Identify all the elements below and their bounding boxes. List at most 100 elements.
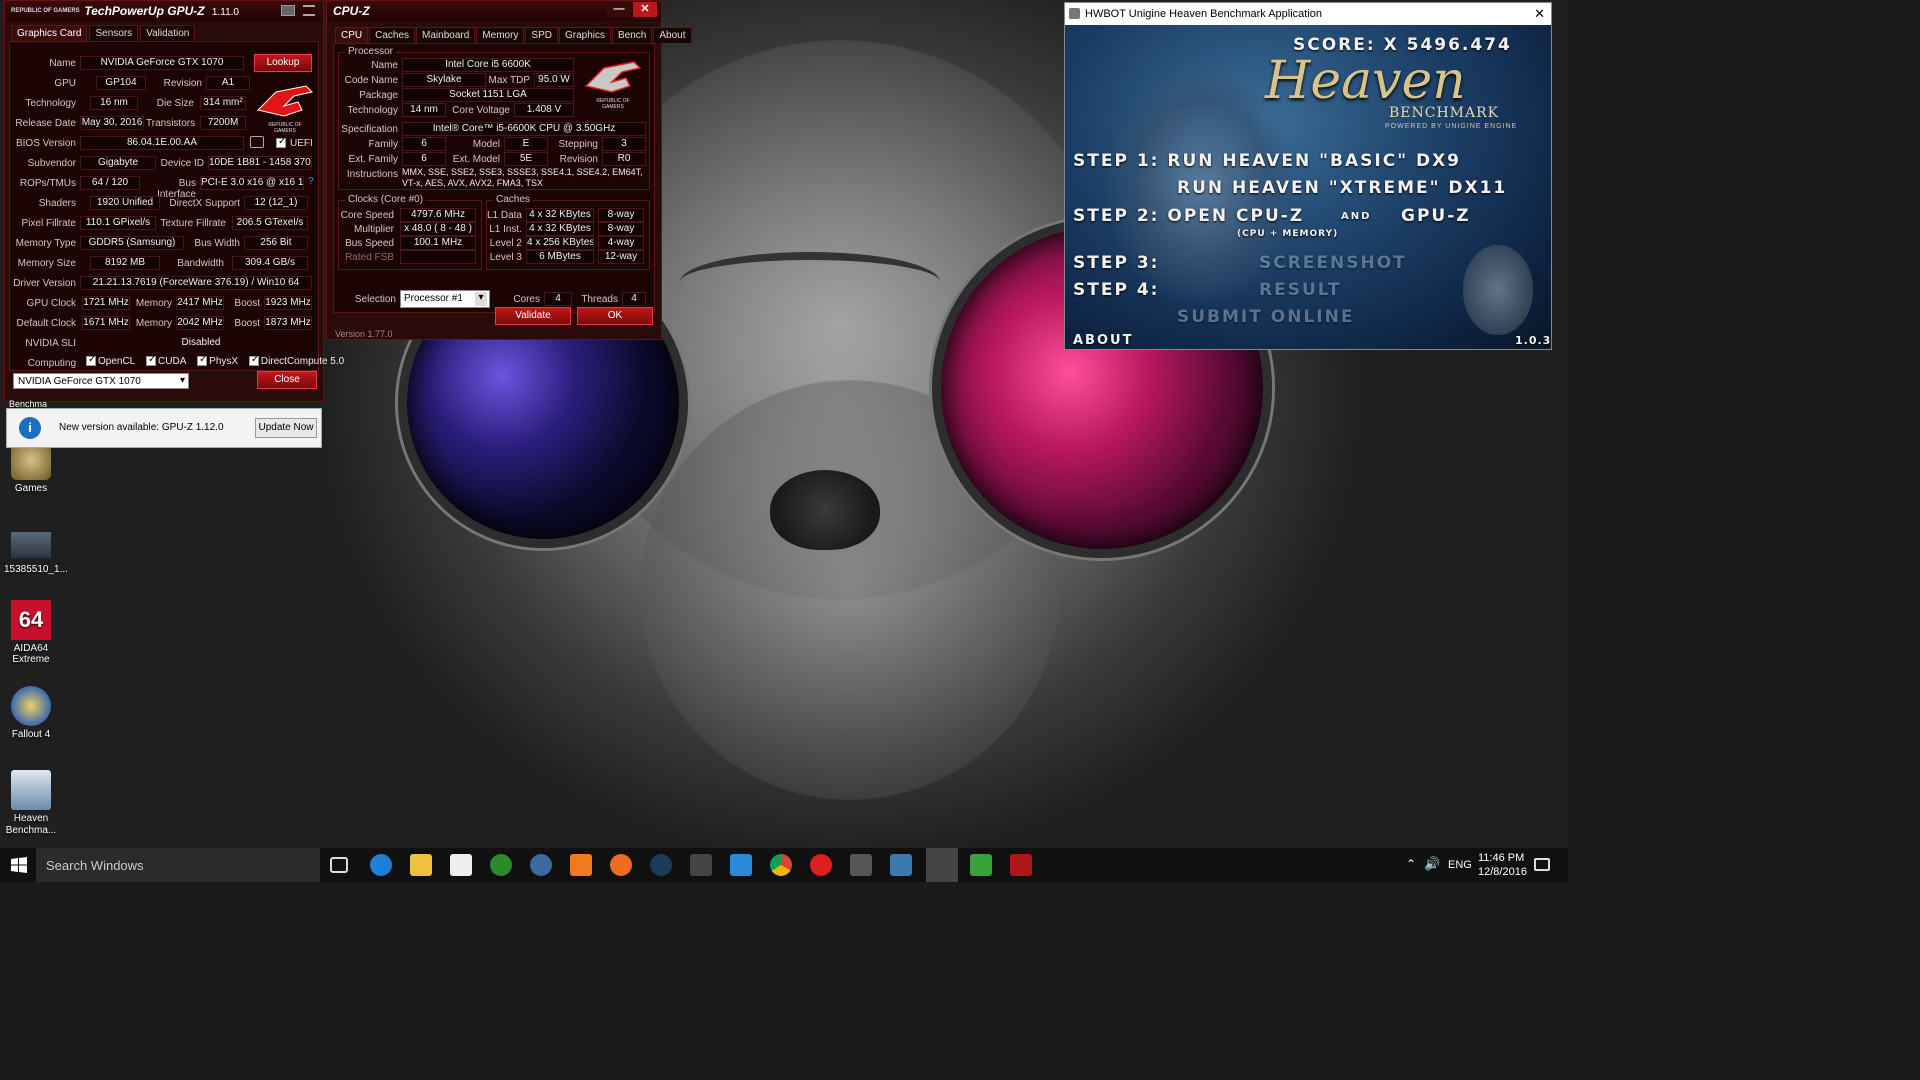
action-center-icon[interactable] [1534,858,1550,871]
tab-bench[interactable]: Bench [612,27,653,43]
level2-assoc: 4-way [598,236,644,250]
origin-icon[interactable] [610,854,632,876]
default-boost-label: Boost [234,318,260,329]
nvidia-sli-label: NVIDIA SLI [25,338,76,349]
volume-icon[interactable]: 🔊 [1424,856,1440,872]
pixel-fillrate-field: 110.1 GPixel/s [80,216,156,230]
ok-button[interactable]: OK [577,307,653,325]
desktop-icon-screenshot-file[interactable]: 15385510_1... [4,528,68,575]
blender-icon[interactable] [570,854,592,876]
gpuz-tabs: Graphics Card Sensors Validation [5,21,323,41]
gpu-taskbar-icon[interactable] [970,854,992,876]
tab-cpu[interactable]: CPU [335,27,369,43]
step2-gpuz[interactable]: GPU-Z [1401,206,1471,226]
clocks-group-title: Clocks (Core #0) [345,194,427,205]
step1b-text[interactable]: RUN HEAVEN "XTREME" DX11 [1177,178,1507,198]
msi-dragon-icon[interactable] [850,854,872,876]
cuda-checkbox[interactable] [146,354,156,367]
start-button[interactable] [0,848,36,882]
xbox-icon[interactable] [490,854,512,876]
tab-about[interactable]: About [653,27,692,43]
processor-select-dropdown[interactable]: Processor #1 ▾ [400,290,490,308]
tab-mainboard[interactable]: Mainboard [416,27,476,43]
transistors-field: 7200M [200,116,246,130]
ext-family-label: Ext. Family [348,154,398,165]
app-icon[interactable] [530,854,552,876]
heaven-taskbar-icon[interactable] [926,848,958,882]
tool-icon[interactable] [690,854,712,876]
cpuz-taskbar-icon[interactable] [1010,854,1032,876]
chevron-up-icon[interactable]: ⌃ [1406,857,1416,871]
tab-graphics[interactable]: Graphics [558,27,611,43]
bus-width-label: Bus Width [194,238,240,249]
submit-online-button[interactable]: SUBMIT ONLINE [1177,307,1354,327]
store-icon[interactable] [450,854,472,876]
revision-field: R0 [602,152,646,166]
task-view-icon[interactable] [330,857,348,873]
desktop-icon-games[interactable]: Games [4,440,58,494]
threads-label: Threads [581,294,618,305]
chevron-down-icon: ▾ [475,292,487,306]
ext-model-label: Ext. Model [452,154,500,165]
tab-sensors[interactable]: Sensors [89,25,139,41]
memory-clock-label: Memory [135,298,172,309]
lookup-button[interactable]: Lookup [254,54,312,72]
gpuz-taskbar-icon[interactable] [890,854,912,876]
chrome-icon[interactable] [770,854,792,876]
afterburner-icon[interactable] [810,854,832,876]
close-button[interactable]: Close [257,371,317,389]
tab-caches[interactable]: Caches [369,27,416,43]
computing-label: Computing [27,358,76,369]
bandwidth-label: Bandwidth [177,258,224,269]
desktop-icon-fallout4[interactable]: Fallout 4 [4,686,58,740]
opencl-checkbox[interactable] [86,354,96,367]
directcompute-checkbox[interactable] [248,354,259,367]
menu-icon[interactable] [303,5,315,16]
uefi-checkbox[interactable] [276,136,286,148]
revision-field: A1 [206,76,250,90]
cores-label: Cores [513,294,540,305]
about-button[interactable]: ABOUT [1073,333,1133,348]
level2-field: 4 x 256 KBytes [526,236,594,250]
processor-group-title: Processor [345,46,397,57]
desktop-icon-aida64[interactable]: 64 AIDA64 Extreme [4,600,58,665]
clock-date[interactable]: 12/8/2016 [1478,866,1527,878]
close-icon[interactable]: ✕ [1534,6,1545,22]
step3-action[interactable]: SCREENSHOT [1259,253,1407,273]
validate-button[interactable]: Validate [495,307,571,325]
steam-icon[interactable] [650,854,672,876]
gpu-name-field: NVIDIA GeForce GTX 1070 [80,56,244,70]
core-voltage-label: Core Voltage [452,105,510,116]
file-explorer-icon[interactable] [410,854,432,876]
step2-text[interactable]: STEP 2: OPEN CPU-Z [1073,206,1304,226]
step1-text[interactable]: STEP 1: RUN HEAVEN "BASIC" DX9 [1073,151,1461,171]
camera-icon[interactable] [281,5,295,16]
edge-browser-icon[interactable] [370,854,392,876]
uplay-icon[interactable] [730,854,752,876]
step4-action[interactable]: RESULT [1259,280,1341,300]
heaven-titlebar[interactable]: HWBOT Unigine Heaven Benchmark Applicati… [1065,3,1551,25]
language-indicator[interactable]: ENG [1448,859,1472,871]
tab-memory[interactable]: Memory [476,27,525,43]
search-box[interactable]: Search Windows [36,848,320,882]
gpuz-titlebar[interactable]: REPUBLIC OF GAMERS TechPowerUp GPU-Z 1.1… [5,1,323,21]
minimize-button[interactable]: — [607,2,631,17]
desktop-icon-heaven[interactable]: Heaven Benchma... [4,770,58,837]
tab-spd[interactable]: SPD [525,27,558,43]
caches-group-title: Caches [493,194,533,205]
tab-validation[interactable]: Validation [140,25,196,41]
notification-partial-label: Benchma [9,400,48,408]
driver-version-field: 21.21.13.7619 (ForceWare 376.19) / Win10… [80,276,312,290]
tab-graphics-card[interactable]: Graphics Card [11,25,88,41]
physx-checkbox[interactable] [197,354,208,367]
gpu-select-dropdown[interactable]: NVIDIA GeForce GTX 1070 ▾ [13,373,189,389]
memory-size-field: 8192 MB [90,256,160,270]
clock-time[interactable]: 11:46 PM [1478,852,1524,864]
share-icon[interactable] [250,136,264,148]
cpuz-titlebar[interactable]: CPU-Z — ✕ [327,1,661,21]
boost-field: 1923 MHz [264,296,312,310]
close-window-button[interactable]: ✕ [633,2,657,17]
update-now-button[interactable]: Update Now [255,418,317,438]
rog-brand: REPUBLIC OF GAMERS [11,8,80,15]
help-icon[interactable]: ? [308,176,314,187]
